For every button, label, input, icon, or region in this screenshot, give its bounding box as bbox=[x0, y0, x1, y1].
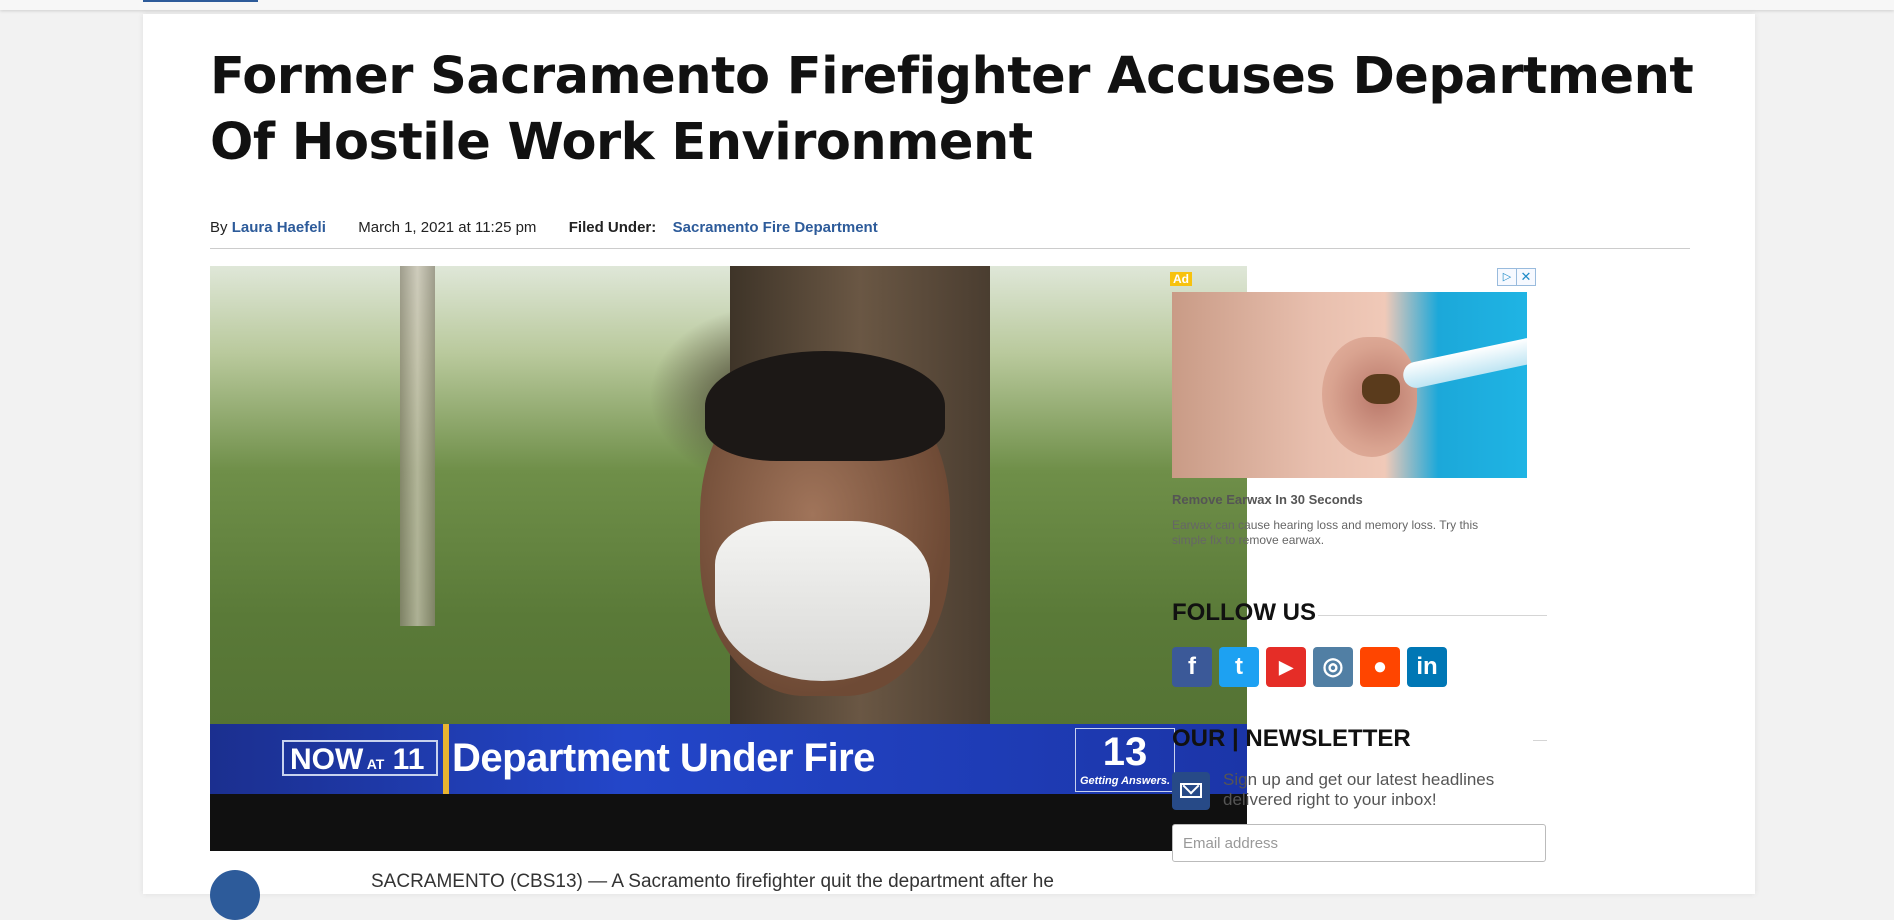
newsletter-rule bbox=[1533, 740, 1547, 741]
filed-under-label: Filed Under: bbox=[568, 219, 657, 236]
lower-third-separator bbox=[443, 724, 449, 794]
envelope-icon bbox=[1172, 772, 1210, 810]
author-avatar bbox=[210, 870, 260, 920]
nav-active-indicator bbox=[143, 0, 258, 2]
station-number: 13 bbox=[1102, 730, 1148, 774]
now-at-11-badge: NOW AT 11 bbox=[282, 740, 438, 776]
reddit-icon[interactable]: ● bbox=[1360, 647, 1400, 687]
newsletter-description: Sign up and get our latest headlines del… bbox=[1223, 770, 1495, 809]
by-label: By bbox=[210, 219, 228, 236]
twitter-icon[interactable]: t bbox=[1219, 647, 1259, 687]
ad-description: Earwax can cause hearing loss and memory… bbox=[1172, 518, 1479, 547]
byline-divider bbox=[210, 248, 1690, 249]
face-mask bbox=[715, 521, 930, 681]
person-hair bbox=[705, 351, 945, 461]
linkedin-icon[interactable]: in bbox=[1407, 647, 1447, 687]
sidebar-ad[interactable]: Ad ▷ ✕ Remove Earwax In 30 Seconds Earwa… bbox=[1162, 252, 1537, 552]
email-input[interactable] bbox=[1172, 824, 1546, 862]
news-lower-third: NOW AT 11 Department Under Fire 13 Getti… bbox=[210, 724, 1247, 794]
facebook-icon[interactable]: f bbox=[1172, 647, 1212, 687]
ad-label: Ad bbox=[1170, 272, 1192, 286]
article-body-start: SACRAMENTO (CBS13) — A Sacramento firefi… bbox=[371, 871, 1054, 892]
follow-us-title: FOLLOW US bbox=[1172, 599, 1316, 626]
tree-trunk bbox=[400, 266, 435, 626]
ad-image[interactable] bbox=[1172, 292, 1527, 478]
tool-graphic bbox=[1400, 335, 1527, 391]
wax-graphic bbox=[1362, 374, 1400, 404]
top-nav-bar bbox=[0, 0, 1894, 10]
newsletter-title: OUR | NEWSLETTER bbox=[1172, 725, 1411, 752]
instagram-icon[interactable]: ◎ bbox=[1313, 647, 1353, 687]
article-headline: Former Sacramento Firefighter Accuses De… bbox=[210, 47, 1694, 172]
follow-us-rule bbox=[1318, 615, 1547, 616]
station-tagline: Getting Answers. bbox=[1079, 775, 1171, 787]
youtube-icon[interactable]: ▶ bbox=[1266, 647, 1306, 687]
adchoices-icon[interactable]: ▷ bbox=[1497, 268, 1517, 286]
category-link[interactable]: Sacramento Fire Department bbox=[673, 219, 878, 236]
cbs13-logo: 13 Getting Answers. bbox=[1075, 728, 1175, 792]
publish-date: March 1, 2021 at 11:25 pm bbox=[358, 219, 537, 236]
ad-title[interactable]: Remove Earwax In 30 Seconds bbox=[1172, 492, 1363, 507]
ad-close-icon[interactable]: ✕ bbox=[1516, 268, 1536, 286]
video-bottom-band bbox=[210, 794, 1247, 851]
lower-third-headline: Department Under Fire bbox=[452, 736, 875, 780]
video-player[interactable]: NOW AT 11 Department Under Fire 13 Getti… bbox=[210, 266, 1247, 851]
author-link[interactable]: Laura Haefeli bbox=[232, 219, 326, 236]
article-byline: By Laura Haefeli March 1, 2021 at 11:25 … bbox=[210, 219, 878, 236]
